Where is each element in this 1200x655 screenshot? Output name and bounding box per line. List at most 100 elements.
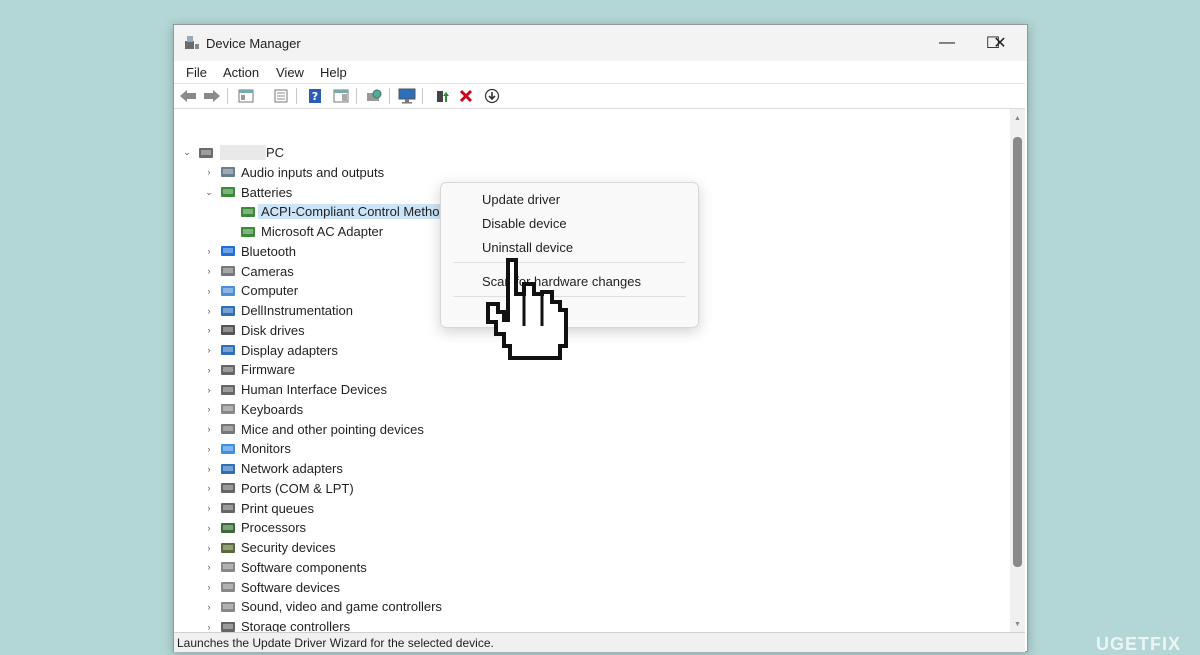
tree-item-label: Keyboards [241, 401, 304, 417]
expand-chevron-icon[interactable]: › [204, 385, 214, 395]
computer-icon [198, 146, 214, 160]
tree-category[interactable]: › Storage controllers [204, 617, 351, 634]
tree-item-label: Security devices [241, 540, 336, 555]
tree-device-item[interactable]: ACPI-Compliant Control Metho [224, 202, 443, 221]
help-icon[interactable]: ? [305, 87, 325, 105]
expand-chevron-icon[interactable]: › [204, 325, 214, 335]
expand-chevron-icon[interactable]: › [204, 562, 214, 572]
status-bar: Launches the Update Driver Wizard for th… [174, 632, 1025, 652]
tree-root-pc[interactable]: ⌄ PC [182, 143, 284, 162]
close-button[interactable]: ✕ [976, 25, 1024, 61]
tree-category[interactable]: › DellInstrumentation [204, 301, 354, 320]
scroll-down-arrow-icon[interactable]: ▼ [1010, 617, 1025, 631]
device-category-icon [220, 422, 236, 436]
tree-item-label: Ports (COM & LPT) [241, 480, 354, 496]
expand-chevron-icon[interactable]: › [204, 543, 214, 553]
expand-chevron-icon[interactable]: › [204, 306, 214, 316]
tree-category[interactable]: › Software devices [204, 578, 341, 597]
hand-pointer-cursor-icon [486, 258, 568, 360]
tree-category[interactable]: › Ports (COM & LPT) [204, 479, 354, 498]
device-category-icon [220, 343, 236, 357]
device-category-icon [220, 284, 236, 298]
device-category-icon [220, 165, 236, 179]
context-disable-device[interactable]: Disable device [482, 216, 567, 231]
expand-chevron-icon[interactable]: › [204, 167, 214, 177]
uninstall-x-icon[interactable] [456, 87, 476, 105]
context-uninstall-device[interactable]: Uninstall device [482, 240, 573, 255]
tree-item-label: Processors [241, 520, 307, 536]
battery-device-icon [240, 225, 256, 239]
device-category-icon [220, 304, 236, 318]
expand-chevron-icon[interactable]: › [204, 404, 214, 414]
device-category-icon [220, 600, 236, 614]
menu-help[interactable]: Help [320, 65, 347, 80]
tree-category[interactable]: ⌄ Batteries [204, 183, 292, 202]
tree-category[interactable]: › Processors [204, 518, 307, 537]
tree-item-label: PC [266, 145, 285, 160]
update-driver-icon[interactable] [482, 87, 502, 105]
expand-chevron-icon[interactable]: › [204, 365, 214, 375]
scrollbar-thumb[interactable] [1013, 137, 1022, 567]
tree-category[interactable]: › Monitors [204, 439, 291, 458]
device-category-icon [220, 481, 236, 495]
tree-category[interactable]: › Network adapters [204, 459, 343, 478]
tree-item-label: Storage controllers [241, 619, 351, 633]
back-arrow-icon[interactable] [178, 87, 198, 105]
tree-category[interactable]: › Human Interface Devices [204, 380, 387, 399]
tree-device-item[interactable]: Microsoft AC Adapter [224, 222, 383, 241]
tree-category[interactable]: › Computer [204, 281, 299, 300]
tree-category[interactable]: › Print queues [204, 499, 315, 518]
minimize-button[interactable]: — [924, 25, 970, 61]
menu-file[interactable]: File [186, 65, 207, 80]
tree-category[interactable]: › Disk drives [204, 321, 305, 340]
collapse-chevron-icon[interactable]: ⌄ [204, 187, 214, 198]
expand-chevron-icon[interactable]: › [204, 582, 214, 592]
expand-chevron-icon[interactable]: › [204, 483, 214, 493]
device-category-icon [220, 521, 236, 535]
expand-chevron-icon[interactable]: › [204, 444, 214, 454]
action-pane-icon[interactable] [331, 87, 351, 105]
properties-icon[interactable] [271, 87, 291, 105]
tree-category[interactable]: › Sound, video and game controllers [204, 597, 442, 616]
tree-category[interactable]: › Security devices [204, 538, 336, 557]
collapse-chevron-icon[interactable]: ⌄ [182, 147, 192, 158]
menu-bar: File Action View Help [174, 61, 1025, 84]
scroll-up-arrow-icon[interactable]: ▲ [1010, 111, 1025, 125]
expand-chevron-icon[interactable]: › [204, 345, 214, 355]
expand-chevron-icon[interactable]: › [204, 622, 214, 632]
device-category-icon [220, 185, 236, 199]
expand-chevron-icon[interactable]: › [204, 464, 214, 474]
expand-chevron-icon[interactable]: › [204, 286, 214, 296]
tree-category[interactable]: › Mice and other pointing devices [204, 420, 424, 439]
context-update-driver[interactable]: Update driver [482, 192, 560, 207]
menu-action[interactable]: Action [223, 65, 259, 80]
monitor-icon[interactable] [397, 87, 417, 105]
forward-arrow-icon[interactable] [202, 87, 222, 105]
vertical-scrollbar[interactable]: ▲ ▼ [1010, 109, 1025, 633]
device-category-icon [220, 462, 236, 476]
tree-item-label: Network adapters [241, 461, 343, 476]
expand-chevron-icon[interactable]: › [204, 266, 214, 276]
tree-category[interactable]: › Firmware [204, 360, 296, 379]
scan-hardware-icon[interactable] [364, 87, 384, 105]
expand-chevron-icon[interactable]: › [204, 523, 214, 533]
tree-category[interactable]: › Display adapters [204, 341, 338, 360]
tree-item-label: Audio inputs and outputs [241, 164, 385, 180]
toolbar-separator [422, 88, 423, 104]
device-category-icon [220, 620, 236, 634]
show-hide-tree-icon[interactable] [236, 87, 256, 105]
expand-chevron-icon[interactable]: › [204, 246, 214, 256]
tree-category[interactable]: › Cameras [204, 262, 294, 281]
tree-category[interactable]: › Bluetooth [204, 242, 296, 261]
title-bar: Device Manager — ☐ ✕ [174, 25, 1027, 61]
tree-category[interactable]: › Software components [204, 558, 367, 577]
tree-category[interactable]: › Keyboards [204, 400, 304, 419]
enable-device-icon[interactable] [432, 87, 452, 105]
expand-chevron-icon[interactable]: › [204, 503, 214, 513]
device-category-icon [220, 383, 236, 397]
expand-chevron-icon[interactable]: › [204, 424, 214, 434]
tree-category[interactable]: › Audio inputs and outputs [204, 163, 385, 182]
menu-view[interactable]: View [276, 65, 304, 80]
expand-chevron-icon[interactable]: › [204, 602, 214, 612]
status-text: Launches the Update Driver Wizard for th… [177, 636, 494, 650]
